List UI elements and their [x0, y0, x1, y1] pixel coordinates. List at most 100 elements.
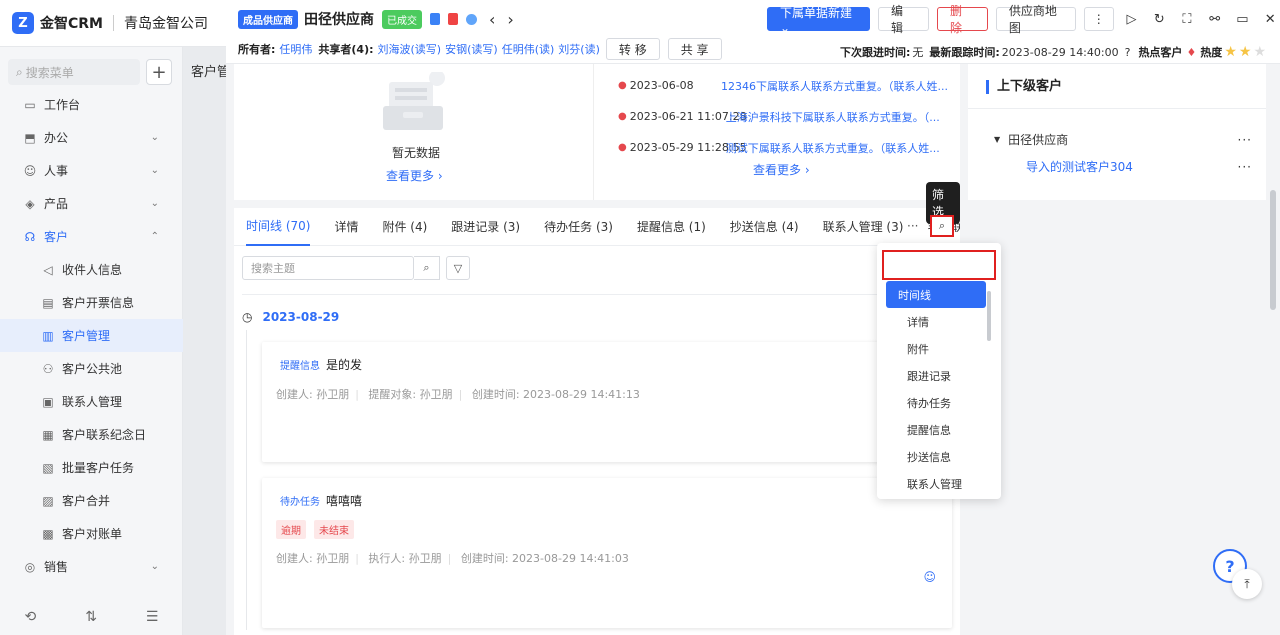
play-icon[interactable]: ▷ [1122, 12, 1142, 27]
tab-followups[interactable]: 跟进记录 (3) [451, 208, 520, 246]
link-icon[interactable]: ⚯ [1205, 12, 1225, 27]
more-icon[interactable]: ··· [1238, 160, 1252, 174]
sidebar-item-statement[interactable]: ▩ 客户对账单 [0, 517, 183, 550]
sidebar-item-recipient-info[interactable]: ◁ 收件人信息 [0, 253, 183, 286]
close-icon[interactable]: ✕ [1260, 12, 1280, 27]
tree-node-child[interactable]: 导入的测试客户304 ··· [994, 158, 1252, 175]
tab-reminders[interactable]: 提醒信息 (1) [637, 208, 706, 246]
option-attachments[interactable]: 附件 [886, 335, 986, 362]
smile-icon[interactable]: ☺ [923, 570, 936, 584]
share-button[interactable]: 共 享 [667, 38, 722, 60]
last-followup-label: 最新跟踪时间: [929, 46, 1000, 59]
pdf-icon[interactable] [448, 13, 458, 25]
list-item[interactable]: ● 2023-05-29 11:28:55 测试下属联系人联系方式重复。（联系人… [618, 132, 948, 163]
delete-button[interactable]: 删 除 [936, 4, 988, 35]
more-actions-button[interactable]: ⋮ [1083, 7, 1114, 31]
company-name[interactable]: 青岛金智公司 [124, 13, 208, 33]
collapse-menu-icon[interactable]: ☰ [146, 609, 159, 625]
view-more-link[interactable]: 查看更多 › [753, 161, 810, 178]
record-text[interactable]: 测试下属联系人联系方式重复。（联系人姓... [726, 140, 940, 156]
sidebar-item-merge[interactable]: ▨ 客户合并 [0, 484, 183, 517]
option-cc[interactable]: 抄送信息 [886, 443, 986, 470]
sidebar-item-label: 客户管理 [62, 329, 111, 343]
filter-button[interactable]: ▽ [446, 256, 470, 280]
option-todos[interactable]: 待办任务 [886, 389, 986, 416]
star-icon[interactable]: ★ [1224, 44, 1237, 60]
sharer-link[interactable]: 刘海波(读写) [378, 41, 442, 57]
tab-cc[interactable]: 抄送信息 (4) [730, 208, 799, 246]
brand-logo-icon[interactable]: Z [12, 12, 34, 34]
view-more-link[interactable]: 查看更多 › [386, 167, 443, 184]
more-icon[interactable]: ··· [1238, 133, 1252, 147]
tab-search-dropdown: 时间线 详情 附件 跟进记录 待办任务 提醒信息 抄送信息 联系人管理 [877, 243, 1001, 499]
add-menu-button[interactable]: + [146, 59, 172, 85]
history-icon[interactable]: ⟲ [24, 609, 36, 625]
brand-divider [113, 15, 114, 31]
heat-label: 热度 [1200, 46, 1223, 59]
option-reminders[interactable]: 提醒信息 [886, 416, 986, 443]
tab-attachments[interactable]: 附件 (4) [382, 208, 427, 246]
sidebar-item-office[interactable]: ⬒ 办公 ⌄ [0, 121, 183, 154]
transfer-button[interactable]: 转 移 [605, 38, 660, 60]
sidebar-item-workbench[interactable]: ▭ 工作台 [0, 88, 183, 121]
list-item[interactable]: ● 2023-06-08 12346下属联系人联系方式重复。（联系人姓... [618, 70, 948, 101]
window-icon[interactable]: ▭ [1233, 12, 1253, 27]
document-icon[interactable] [430, 13, 440, 25]
option-details[interactable]: 详情 [886, 308, 986, 335]
timeline-entry[interactable]: 提醒信息 是的发 创建人: 孙卫朋 | 提醒对象: 孙卫朋 | 创建时间: 2023… [262, 342, 952, 462]
sharer-link[interactable]: 任明伟(读) [502, 41, 555, 57]
next-record-icon[interactable]: › [507, 10, 513, 29]
supplier-map-button[interactable]: 供应商地图 [995, 4, 1076, 35]
new-sub-document-button[interactable]: 下属单据新建 ⌄ [767, 6, 870, 35]
sidebar-item-invoice-info[interactable]: ▤ 客户开票信息 [0, 286, 183, 319]
sharer-link[interactable]: 刘芬(读) [558, 41, 600, 57]
refresh-icon[interactable]: ↻ [1149, 12, 1169, 27]
flame-icon: ♦ [1186, 45, 1197, 59]
circle-icon[interactable] [466, 13, 477, 25]
option-timeline[interactable]: 时间线 [886, 281, 986, 308]
help-icon[interactable]: ? [1125, 46, 1131, 59]
list-item[interactable]: ● 2023-06-21 11:07:28 上海沪景科技下属联系人联系方式重复。… [618, 101, 948, 132]
menu-search-input[interactable]: ⌕ 搜索菜单 [8, 59, 140, 85]
tab-todos[interactable]: 待办任务 (3) [544, 208, 613, 246]
prev-record-icon[interactable]: ‹ [489, 10, 495, 29]
sidebar-item-anniversary[interactable]: ▦ 客户联系纪念日 [0, 418, 183, 451]
sidebar-item-customer-management[interactable]: ▥ 客户管理 [0, 319, 183, 352]
sort-icon[interactable]: ⇅ [85, 609, 97, 625]
sidebar-item-product[interactable]: ◈ 产品 ⌄ [0, 187, 183, 220]
tabs-more-icon[interactable]: ··· [907, 219, 918, 233]
sidebar-item-customer[interactable]: ☊ 客户 ⌃ [0, 220, 183, 253]
timeline-entry[interactable]: 待办任务 嘻嘻嘻 逾期 未结束 创建人: 孙卫朋 | 执行人: 孙卫朋 | 创建时间… [262, 478, 952, 628]
caret-down-icon[interactable]: ▼ [994, 135, 1000, 144]
sidebar-item-sales[interactable]: ◎ 销售 ⌄ [0, 550, 183, 583]
back-to-top-button[interactable]: ⤒ [1232, 569, 1262, 599]
dropdown-scrollbar[interactable] [987, 291, 991, 341]
sharer-link[interactable]: 安钢(读写) [445, 41, 498, 57]
tab-filter-input[interactable] [882, 250, 996, 280]
sidebar-item-batch-tasks[interactable]: ▧ 批量客户任务 [0, 451, 183, 484]
fullscreen-icon[interactable]: ⛶ [1177, 12, 1197, 27]
option-contacts[interactable]: 联系人管理 [886, 470, 986, 497]
topic-search-button[interactable]: ⌕ [414, 256, 440, 280]
scrollbar[interactable] [1270, 190, 1276, 310]
sidebar-item-hr[interactable]: ☺ 人事 ⌄ [0, 154, 183, 187]
topic-search-input[interactable]: 搜索主题 [242, 256, 414, 280]
option-followups[interactable]: 跟进记录 [886, 362, 986, 389]
record-text[interactable]: 12346下属联系人联系方式重复。（联系人姓... [721, 78, 948, 94]
tree-node-label[interactable]: 导入的测试客户304 [1026, 158, 1133, 175]
owner-link[interactable]: 任明伟 [279, 41, 312, 57]
star-icon[interactable]: ★ [1239, 44, 1252, 60]
tab-details[interactable]: 详情 [334, 208, 358, 246]
recipient-icon: ◁ [43, 262, 53, 277]
tab-contacts[interactable]: 联系人管理 (3) [823, 208, 904, 246]
edit-button[interactable]: 编 辑 [877, 4, 929, 35]
sidebar-item-contacts[interactable]: ▣ 联系人管理 [0, 385, 183, 418]
sidebar-item-public-pool[interactable]: ⚇ 客户公共池 [0, 352, 183, 385]
record-text[interactable]: 上海沪景科技下属联系人联系方式重复。（... [726, 109, 940, 125]
tab-search-button[interactable]: ⌕ [930, 215, 954, 237]
star-icon[interactable]: ★ [1253, 44, 1266, 60]
contact-icon: ▣ [42, 394, 54, 409]
tree-node-root[interactable]: ▼ 田径供应商 ··· [994, 131, 1252, 148]
sidebar-item-label: 工作台 [44, 98, 81, 112]
tab-timeline[interactable]: 时间线 (70) [246, 208, 311, 246]
